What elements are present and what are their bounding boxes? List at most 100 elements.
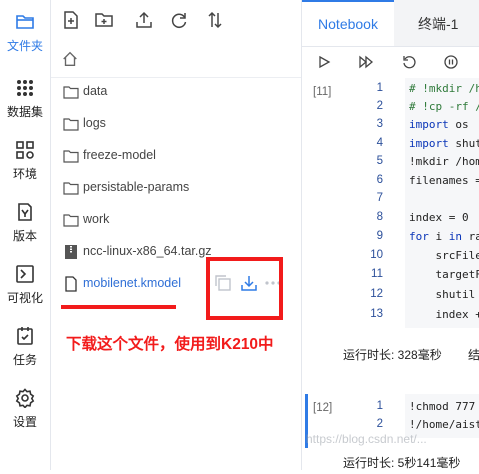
line-number: 4 <box>376 137 383 149</box>
file-name: mobilenet.kmodel <box>83 276 181 290</box>
annotation-text: 下载这个文件，使用到K210中 <box>66 336 274 353</box>
folder-icon <box>63 182 79 195</box>
rail-item-settings[interactable]: 设置 <box>0 376 50 434</box>
code-line: index = 0 <box>409 211 469 224</box>
code-line: # !cp -rf / <box>409 100 479 113</box>
rail-label-task: 任务 <box>12 353 37 367</box>
new-folder-icon[interactable] <box>94 10 114 30</box>
code-line: import shut <box>409 137 479 150</box>
line-number: 2 <box>376 100 383 112</box>
notebook-panel: Notebook 终端-1 [11] 1 2 3 4 5 6 7 8 9 10 … <box>302 0 479 474</box>
rail-item-visualization[interactable]: 可视化 <box>0 252 50 310</box>
line-number: 7 <box>376 192 383 204</box>
line-number: 11 <box>371 268 383 280</box>
file-row-data[interactable]: data <box>51 76 301 108</box>
line-number: 3 <box>376 118 383 130</box>
folder-icon <box>63 214 79 227</box>
code-line: !/home/aist <box>409 418 479 431</box>
rail-item-task[interactable]: 任务 <box>0 314 50 372</box>
watermark: https://blog.csdn.net/... <box>306 432 427 446</box>
line-number: 6 <box>376 174 383 186</box>
folder-icon <box>16 15 34 29</box>
code-line: for i in ra <box>409 230 479 243</box>
rail-label-version: 版本 <box>12 229 37 243</box>
file-browser: data logs freeze-model persistable-param… <box>51 0 302 470</box>
rail-item-folder[interactable]: 文件夹 <box>0 0 50 58</box>
file-name: ncc-linux-x86_64.tar.gz <box>83 244 212 258</box>
left-rail: 文件夹 数据集 环境 版本 可视化 任务 设置 <box>0 0 51 470</box>
rail-label-environment: 环境 <box>12 167 37 181</box>
restart-icon[interactable] <box>401 54 417 70</box>
execution-count: [11] <box>313 86 332 98</box>
rail-label-settings: 设置 <box>12 415 37 429</box>
refresh-icon[interactable] <box>169 10 189 30</box>
environment-icon <box>16 141 34 159</box>
tab-notebook[interactable]: Notebook <box>302 0 394 46</box>
code-line: !mkdir /hom <box>409 155 479 168</box>
line-number: 8 <box>376 211 383 223</box>
run-icon[interactable] <box>316 54 332 70</box>
runtime-text: 运行时长: 328毫秒 <box>343 348 442 362</box>
code-line: targetF <box>409 268 479 281</box>
upload-icon[interactable] <box>134 10 154 30</box>
stop-icon[interactable] <box>443 54 459 70</box>
file-name: data <box>83 84 108 98</box>
file-row-persistable-params[interactable]: persistable-params <box>51 172 301 204</box>
annotation-highlight-box <box>206 257 283 320</box>
file-name: logs <box>83 116 106 130</box>
visualization-icon <box>16 265 34 283</box>
file-row-freeze-model[interactable]: freeze-model <box>51 140 301 172</box>
rail-item-version[interactable]: 版本 <box>0 190 50 248</box>
line-number: 1 <box>376 82 383 94</box>
folder-icon <box>63 118 79 131</box>
line-number: 2 <box>376 418 383 430</box>
rail-item-environment[interactable]: 环境 <box>0 128 50 186</box>
dataset-icon <box>17 80 33 96</box>
new-file-icon[interactable] <box>61 10 81 30</box>
line-number: 12 <box>370 288 383 300</box>
file-name: work <box>83 212 110 226</box>
line-number: 5 <box>376 155 383 167</box>
code-editor[interactable]: # !mkdir /h # !cp -rf / import os import… <box>405 78 479 328</box>
line-number: 1 <box>376 400 383 412</box>
file-name: freeze-model <box>83 148 156 162</box>
code-cell-11[interactable]: [11] 1 2 3 4 5 6 7 8 9 10 11 12 13 # !mk… <box>305 78 479 368</box>
code-line: index + <box>409 308 479 321</box>
tab-bar: Notebook 终端-1 <box>302 0 479 47</box>
settings-icon <box>15 388 35 408</box>
notebook-toolbar <box>302 47 479 77</box>
tab-terminal-1[interactable]: 终端-1 <box>418 0 458 46</box>
code-line: srcFile <box>409 249 479 262</box>
status-extra-text: 结 <box>468 348 479 362</box>
file-row-logs[interactable]: logs <box>51 108 301 140</box>
rail-label-folder: 文件夹 <box>6 39 43 53</box>
rail-label-visualization: 可视化 <box>6 291 43 305</box>
rail-label-dataset: 数据集 <box>6 105 43 119</box>
cell-status: 运行时长: 5秒141毫秒 <box>305 448 479 474</box>
line-number: 10 <box>370 249 383 261</box>
execution-count: [12] <box>313 402 333 414</box>
folder-icon <box>63 86 79 99</box>
cell-status: 运行时长: 328毫秒 结 <box>305 340 479 366</box>
line-number: 13 <box>370 308 383 320</box>
code-line: filenames = <box>409 174 479 187</box>
run-all-icon[interactable] <box>358 54 374 70</box>
home-icon[interactable] <box>61 50 79 68</box>
archive-icon <box>65 245 77 259</box>
folder-icon <box>63 150 79 163</box>
line-gutter: 1 2 3 4 5 6 7 8 9 10 11 12 13 <box>357 78 407 326</box>
file-row-work[interactable]: work <box>51 204 301 236</box>
runtime-text: 运行时长: 5秒141毫秒 <box>343 456 461 470</box>
file-toolbar <box>51 0 301 40</box>
task-icon <box>17 327 33 345</box>
code-line: !chmod 777 <box>409 400 476 413</box>
code-line: shutil <box>409 288 476 301</box>
code-line: import os <box>409 118 469 131</box>
sort-icon[interactable] <box>205 10 225 30</box>
code-line: # !mkdir /h <box>409 82 479 95</box>
file-icon <box>65 276 77 292</box>
version-icon <box>18 203 32 221</box>
line-number: 9 <box>376 230 383 242</box>
rail-item-dataset[interactable]: 数据集 <box>0 66 50 124</box>
annotation-underline <box>61 305 176 309</box>
